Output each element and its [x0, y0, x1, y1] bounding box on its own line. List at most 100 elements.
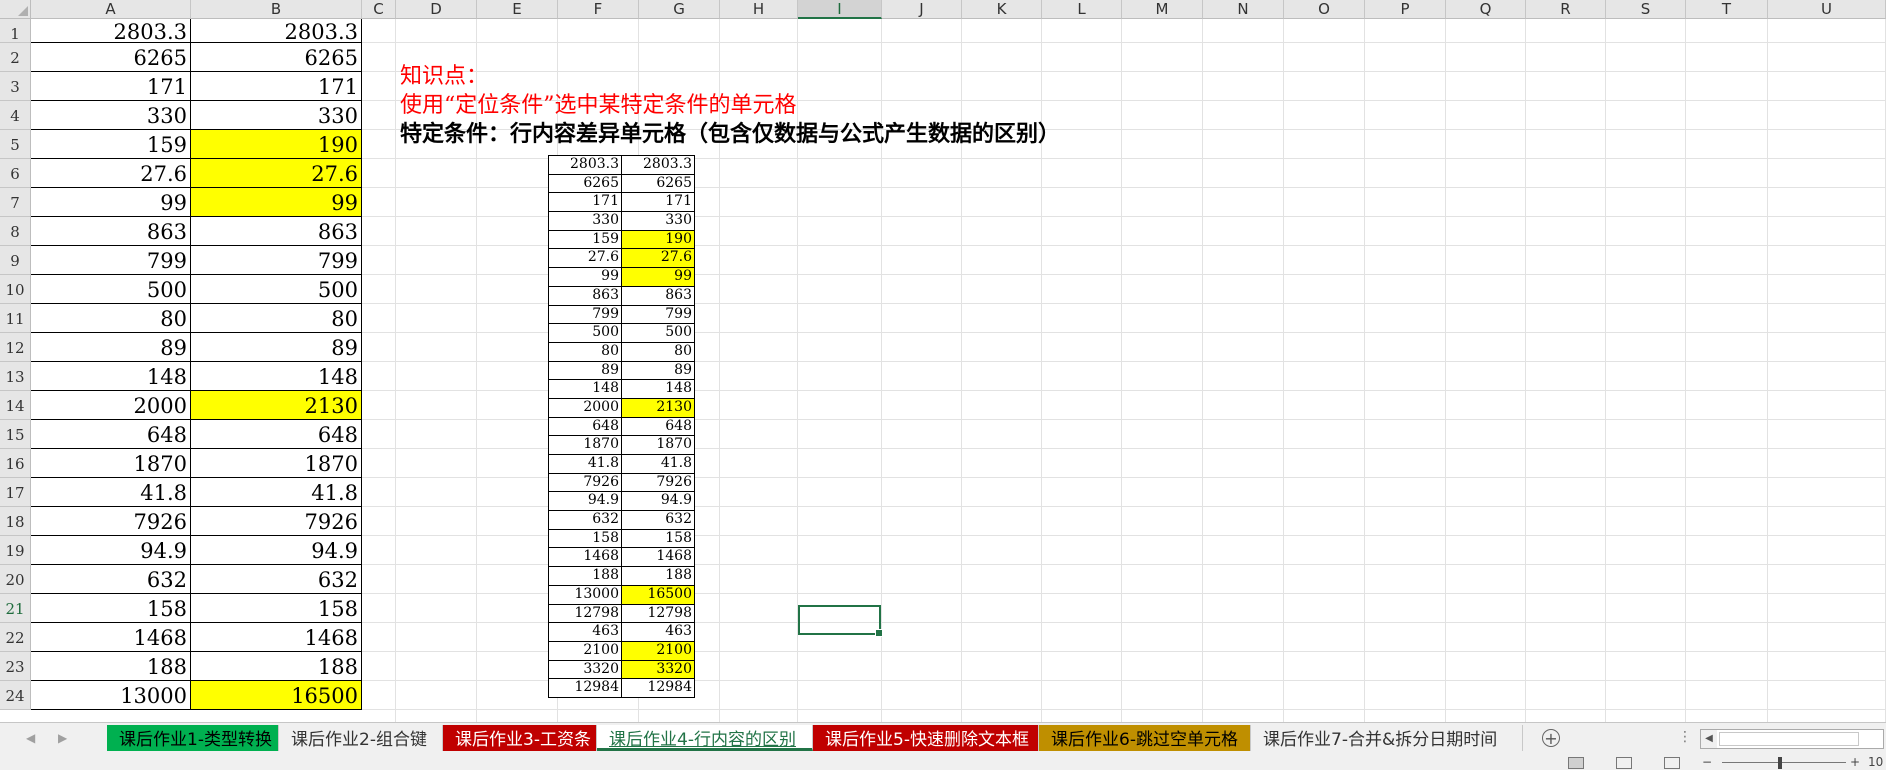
cell-B6[interactable]: 27.6: [191, 159, 362, 188]
column-header-S[interactable]: S: [1606, 0, 1686, 19]
cell-B21[interactable]: 158: [191, 594, 362, 623]
cell-A2[interactable]: 6265: [31, 43, 191, 72]
column-header-G[interactable]: G: [639, 0, 720, 19]
column-header-E[interactable]: E: [477, 0, 558, 19]
sheet-tab-4[interactable]: 课后作业4-行内容的区别: [597, 725, 813, 751]
zoom-slider-knob[interactable]: [1778, 757, 1782, 769]
page-layout-view-icon[interactable]: [1616, 757, 1632, 769]
cell-B2[interactable]: 6265: [191, 43, 362, 72]
column-header-P[interactable]: P: [1365, 0, 1446, 19]
cell-A18[interactable]: 7926: [31, 507, 191, 536]
cell-A24[interactable]: 13000: [31, 681, 191, 710]
column-header-K[interactable]: K: [962, 0, 1042, 19]
zoom-level[interactable]: 10: [1868, 755, 1883, 770]
cell-A6[interactable]: 27.6: [31, 159, 191, 188]
column-header-A[interactable]: A: [31, 0, 191, 19]
row-header-22[interactable]: 22: [0, 623, 31, 652]
column-header-L[interactable]: L: [1042, 0, 1122, 19]
row-header-20[interactable]: 20: [0, 565, 31, 594]
sheet-tab-2[interactable]: 课后作业2-组合键: [279, 725, 443, 751]
cell-B5[interactable]: 190: [191, 130, 362, 159]
row-header-19[interactable]: 19: [0, 536, 31, 565]
row-header-13[interactable]: 13: [0, 362, 31, 391]
row-header-10[interactable]: 10: [0, 275, 31, 304]
zoom-slider[interactable]: [1722, 762, 1846, 763]
sheet-tab-7[interactable]: 课后作业7-合并&拆分日期时间: [1251, 725, 1523, 751]
page-break-view-icon[interactable]: [1664, 757, 1680, 769]
sheet-tab-3[interactable]: 课后作业3-工资条: [443, 725, 597, 751]
row-header-21[interactable]: 21: [0, 594, 31, 623]
cell-B23[interactable]: 188: [191, 652, 362, 681]
row-header-16[interactable]: 16: [0, 449, 31, 478]
cell-A22[interactable]: 1468: [31, 623, 191, 652]
column-header-O[interactable]: O: [1284, 0, 1365, 19]
column-header-M[interactable]: M: [1122, 0, 1203, 19]
cell-A13[interactable]: 148: [31, 362, 191, 391]
zoom-out-button[interactable]: −: [1702, 755, 1712, 770]
cell-B16[interactable]: 1870: [191, 449, 362, 478]
horizontal-scrollbar[interactable]: ◀: [1700, 729, 1884, 749]
sheet-tab-6[interactable]: 课后作业6-跳过空单元格: [1039, 725, 1251, 751]
cell-A3[interactable]: 171: [31, 72, 191, 101]
cell-A17[interactable]: 41.8: [31, 478, 191, 507]
row-header-9[interactable]: 9: [0, 246, 31, 275]
cell-B22[interactable]: 1468: [191, 623, 362, 652]
cell-B3[interactable]: 171: [191, 72, 362, 101]
left-triangle-icon[interactable]: ◀: [26, 731, 35, 745]
row-header-2[interactable]: 2: [0, 43, 31, 72]
row-header-7[interactable]: 7: [0, 188, 31, 217]
cell-A9[interactable]: 799: [31, 246, 191, 275]
column-header-N[interactable]: N: [1203, 0, 1284, 19]
scroll-left-icon[interactable]: ◀: [1701, 730, 1717, 748]
add-sheet-button[interactable]: +: [1542, 729, 1560, 747]
cell-A16[interactable]: 1870: [31, 449, 191, 478]
column-header-J[interactable]: J: [882, 0, 962, 19]
cell-A8[interactable]: 863: [31, 217, 191, 246]
column-header-T[interactable]: T: [1686, 0, 1768, 19]
cell-B17[interactable]: 41.8: [191, 478, 362, 507]
cell-A14[interactable]: 2000: [31, 391, 191, 420]
cell-B8[interactable]: 863: [191, 217, 362, 246]
select-all-corner[interactable]: [0, 0, 31, 19]
cell-B7[interactable]: 99: [191, 188, 362, 217]
selected-cell-I21[interactable]: [798, 605, 883, 637]
column-header-F[interactable]: F: [558, 0, 639, 19]
row-header-17[interactable]: 17: [0, 478, 31, 507]
fill-handle[interactable]: [875, 629, 883, 637]
cell-A11[interactable]: 80: [31, 304, 191, 333]
cell-B9[interactable]: 799: [191, 246, 362, 275]
row-header-12[interactable]: 12: [0, 333, 31, 362]
row-header-23[interactable]: 23: [0, 652, 31, 681]
row-header-5[interactable]: 5: [0, 130, 31, 159]
row-header-6[interactable]: 6: [0, 159, 31, 188]
cell-A12[interactable]: 89: [31, 333, 191, 362]
column-header-I[interactable]: I: [798, 0, 882, 19]
normal-view-icon[interactable]: [1568, 757, 1584, 769]
cell-B15[interactable]: 648: [191, 420, 362, 449]
cell-B1[interactable]: 2803.3: [191, 19, 362, 43]
cell-A23[interactable]: 188: [31, 652, 191, 681]
column-header-C[interactable]: C: [362, 0, 396, 19]
row-header-1[interactable]: 1: [0, 19, 31, 43]
cell-A15[interactable]: 648: [31, 420, 191, 449]
column-header-Q[interactable]: Q: [1446, 0, 1526, 19]
row-header-15[interactable]: 15: [0, 420, 31, 449]
cell-B10[interactable]: 500: [191, 275, 362, 304]
cell-A21[interactable]: 158: [31, 594, 191, 623]
cell-B4[interactable]: 330: [191, 101, 362, 130]
row-header-24[interactable]: 24: [0, 681, 31, 710]
row-header-11[interactable]: 11: [0, 304, 31, 333]
cell-B24[interactable]: 16500: [191, 681, 362, 710]
cell-B19[interactable]: 94.9: [191, 536, 362, 565]
row-header-18[interactable]: 18: [0, 507, 31, 536]
column-header-U[interactable]: U: [1768, 0, 1886, 19]
sheet-tab-5[interactable]: 课后作业5-快速删除文本框: [813, 725, 1039, 751]
cell-A10[interactable]: 500: [31, 275, 191, 304]
cell-A7[interactable]: 99: [31, 188, 191, 217]
cell-A19[interactable]: 94.9: [31, 536, 191, 565]
cell-A4[interactable]: 330: [31, 101, 191, 130]
cell-B11[interactable]: 80: [191, 304, 362, 333]
cell-A1[interactable]: 2803.3: [31, 19, 191, 43]
right-triangle-icon[interactable]: ▶: [58, 731, 67, 745]
cell-B20[interactable]: 632: [191, 565, 362, 594]
